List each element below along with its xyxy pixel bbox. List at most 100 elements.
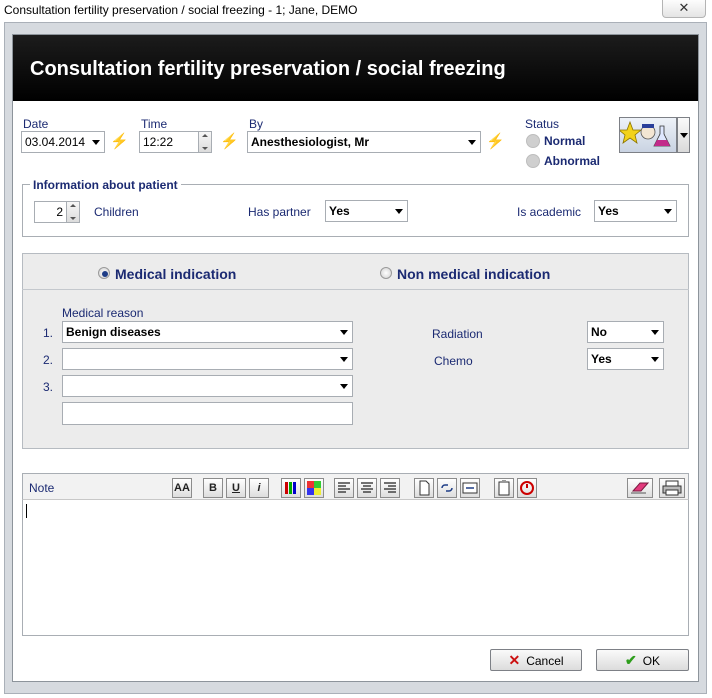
printer-icon	[662, 480, 682, 496]
checkmark-icon: ✔	[624, 652, 637, 668]
time-value: 12:22	[143, 135, 174, 149]
radiation-label: Radiation	[432, 327, 483, 341]
note-label: Note	[29, 481, 55, 495]
text-color-icon	[285, 482, 296, 494]
time-field[interactable]: 12:22	[139, 131, 199, 153]
chevron-down-icon	[340, 330, 348, 335]
insert-field-button[interactable]	[460, 478, 480, 498]
align-center-icon	[361, 482, 373, 493]
stepper-up-icon	[70, 204, 76, 207]
chevron-down-icon	[340, 357, 348, 362]
eraser-button[interactable]	[627, 478, 653, 498]
clipboard-icon	[498, 480, 510, 496]
ok-label: OK	[642, 654, 661, 668]
stepper-down-icon	[70, 217, 76, 220]
spellcheck-button[interactable]	[517, 478, 537, 498]
is-academic-value: Yes	[598, 204, 619, 218]
chevron-down-icon	[340, 384, 348, 389]
status-abnormal-radio[interactable]	[526, 154, 540, 168]
text-caret	[26, 504, 27, 518]
status-dropdown-button[interactable]	[677, 117, 690, 153]
date-picker[interactable]: 03.04.2014	[21, 131, 105, 153]
medical-reason-select-2[interactable]	[62, 348, 353, 370]
patient-info-label: Information about patient	[30, 178, 181, 192]
font-icon: AA	[174, 482, 190, 494]
by-label: By	[249, 117, 264, 131]
has-partner-value: Yes	[329, 204, 350, 218]
chemo-select[interactable]: Yes	[587, 348, 664, 370]
medical-reason-select-1[interactable]: Benign diseases	[62, 321, 353, 343]
stepper-up-icon	[202, 134, 208, 137]
medical-reason-select-3[interactable]	[62, 375, 353, 397]
underline-icon: U	[232, 482, 240, 494]
chemo-value: Yes	[591, 352, 612, 366]
font-button[interactable]: AA	[172, 478, 192, 498]
is-academic-select[interactable]: Yes	[594, 200, 677, 222]
by-value: Anesthesiologist, Mr	[251, 135, 370, 149]
align-left-icon	[338, 482, 350, 493]
align-left-button[interactable]	[334, 478, 354, 498]
stepper-down-icon	[202, 147, 208, 150]
document-icon	[419, 480, 430, 496]
underline-button[interactable]: U	[226, 478, 246, 498]
page-title: Consultation fertility preservation / so…	[30, 58, 506, 80]
children-label: Children	[94, 205, 139, 219]
note-toolbar	[22, 473, 689, 500]
paste-button[interactable]	[494, 478, 514, 498]
status-image-button[interactable]	[617, 117, 677, 153]
has-partner-select[interactable]: Yes	[325, 200, 408, 222]
cancel-x-icon: ✕	[508, 652, 521, 668]
status-abnormal-label: Abnormal	[544, 154, 601, 168]
cancel-button[interactable]: ✕ Cancel	[490, 649, 582, 671]
status-label: Status	[525, 117, 560, 131]
children-stepper[interactable]	[66, 201, 80, 223]
lightning-icon[interactable]: ⚡	[110, 134, 129, 150]
print-button[interactable]	[659, 478, 685, 498]
spellcheck-icon	[520, 481, 534, 495]
time-label: Time	[141, 117, 168, 131]
non-medical-indication-radio[interactable]	[380, 267, 392, 279]
color-palette-button[interactable]	[304, 478, 324, 498]
radiation-select[interactable]: No	[587, 321, 664, 343]
chevron-down-icon	[468, 140, 476, 145]
row-number: 3.	[42, 380, 53, 394]
chevron-down-icon	[395, 209, 403, 214]
lightning-icon[interactable]: ⚡	[486, 134, 505, 150]
link-button[interactable]	[437, 478, 457, 498]
chevron-down-icon	[92, 140, 100, 145]
non-medical-indication-label: Non medical indication	[397, 266, 551, 282]
eraser-icon	[631, 482, 650, 494]
text-color-button[interactable]	[281, 478, 301, 498]
children-input[interactable]: 2	[34, 201, 67, 223]
italic-button[interactable]: i	[249, 478, 269, 498]
window-close-button[interactable]: ✕	[662, 0, 706, 18]
has-partner-label: Has partner	[248, 205, 311, 219]
lab-flask-icon	[617, 120, 671, 147]
medical-reason-label: Medical reason	[62, 306, 144, 320]
time-stepper[interactable]	[198, 131, 212, 153]
align-center-button[interactable]	[357, 478, 377, 498]
status-normal-label: Normal	[544, 134, 586, 148]
window-title: Consultation fertility preservation / so…	[4, 3, 358, 17]
bold-icon: B	[209, 482, 217, 494]
is-academic-label: Is academic	[517, 205, 582, 219]
status-normal-radio[interactable]	[526, 134, 540, 148]
lightning-icon[interactable]: ⚡	[220, 134, 239, 150]
medical-reason-other-input[interactable]	[62, 402, 353, 425]
radiation-value: No	[591, 325, 607, 339]
date-value: 03.04.2014	[25, 135, 86, 149]
by-select[interactable]: Anesthesiologist, Mr	[247, 131, 481, 153]
medical-reason-value-1: Benign diseases	[66, 325, 161, 339]
medical-indication-radio[interactable]	[98, 267, 110, 279]
medical-indication-label: Medical indication	[115, 266, 237, 282]
bold-button[interactable]: B	[203, 478, 223, 498]
cancel-label: Cancel	[526, 654, 564, 668]
row-number: 1.	[42, 326, 53, 340]
new-document-button[interactable]	[414, 478, 434, 498]
chemo-label: Chemo	[434, 354, 473, 368]
align-right-button[interactable]	[380, 478, 400, 498]
children-value: 2	[56, 205, 63, 219]
color-palette-icon	[307, 481, 321, 495]
close-icon: ✕	[678, 0, 690, 15]
ok-button[interactable]: ✔ OK	[596, 649, 689, 671]
